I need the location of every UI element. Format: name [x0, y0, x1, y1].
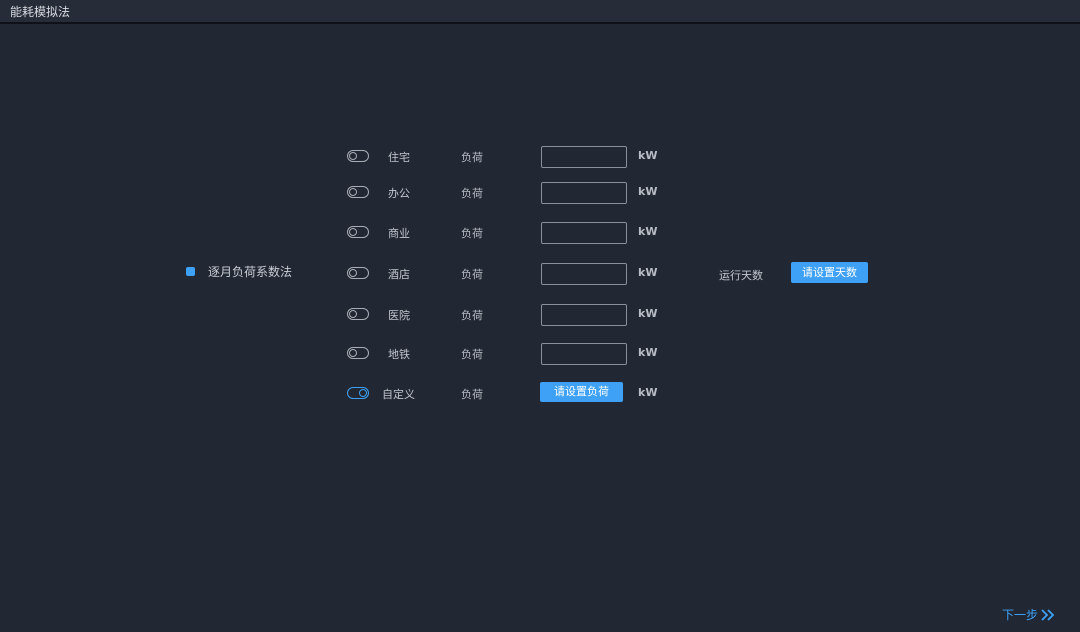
load-label: 负荷 [461, 268, 483, 281]
toggle-switch-hotel[interactable] [347, 267, 369, 279]
load-row-custom: 自定义 负荷 请设置负荷 kW [0, 382, 1080, 403]
load-label: 负荷 [461, 309, 483, 322]
set-days-button[interactable]: 请设置天数 [791, 262, 868, 283]
next-step-label: 下一步 [1002, 608, 1039, 622]
toggle-switch-office[interactable] [347, 186, 369, 198]
unit-label: kW [638, 225, 658, 238]
title-bar: 能耗模拟法 [0, 0, 1080, 24]
toggle-switch-commercial[interactable] [347, 226, 369, 238]
load-row-hotel: 酒店 负荷 kW 运行天数 请设置天数 [0, 262, 1080, 285]
load-label: 负荷 [461, 348, 483, 361]
load-input-hospital[interactable] [541, 304, 627, 326]
load-label: 负荷 [461, 227, 483, 240]
toggle-switch-subway[interactable] [347, 347, 369, 359]
app-window: 能耗模拟法 逐月负荷系数法 住宅 负荷 kW 办公 负荷 kW 商业 负荷 kW… [0, 0, 1080, 632]
category-label: 自定义 [382, 388, 415, 401]
category-label: 地铁 [388, 348, 410, 361]
category-label: 办公 [388, 187, 410, 200]
load-input-residential[interactable] [541, 146, 627, 168]
load-label: 负荷 [461, 388, 483, 401]
category-label: 住宅 [388, 151, 410, 164]
load-input-subway[interactable] [541, 343, 627, 365]
unit-label: kW [638, 149, 658, 162]
set-load-button[interactable]: 请设置负荷 [540, 382, 623, 402]
load-label: 负荷 [461, 151, 483, 164]
category-label: 酒店 [388, 268, 410, 281]
load-row-residential: 住宅 负荷 kW [0, 146, 1080, 168]
category-label: 医院 [388, 309, 410, 322]
toggle-switch-custom[interactable] [347, 387, 369, 399]
double-chevron-right-icon [1041, 608, 1055, 621]
unit-label: kW [638, 386, 658, 399]
load-input-commercial[interactable] [541, 222, 627, 244]
unit-label: kW [638, 185, 658, 198]
window-title: 能耗模拟法 [10, 5, 71, 19]
unit-label: kW [638, 307, 658, 320]
run-days-label: 运行天数 [719, 269, 763, 282]
load-input-hotel[interactable] [541, 263, 627, 285]
load-input-office[interactable] [541, 182, 627, 204]
load-row-office: 办公 负荷 kW [0, 182, 1080, 204]
category-label: 商业 [388, 227, 410, 240]
unit-label: kW [638, 266, 658, 279]
load-row-hospital: 医院 负荷 kW [0, 304, 1080, 326]
load-label: 负荷 [461, 187, 483, 200]
unit-label: kW [638, 346, 658, 359]
toggle-switch-residential[interactable] [347, 150, 369, 162]
toggle-switch-hospital[interactable] [347, 308, 369, 320]
load-row-commercial: 商业 负荷 kW [0, 222, 1080, 244]
load-row-subway: 地铁 负荷 kW [0, 343, 1080, 365]
next-step-button[interactable]: 下一步 [1002, 606, 1055, 623]
